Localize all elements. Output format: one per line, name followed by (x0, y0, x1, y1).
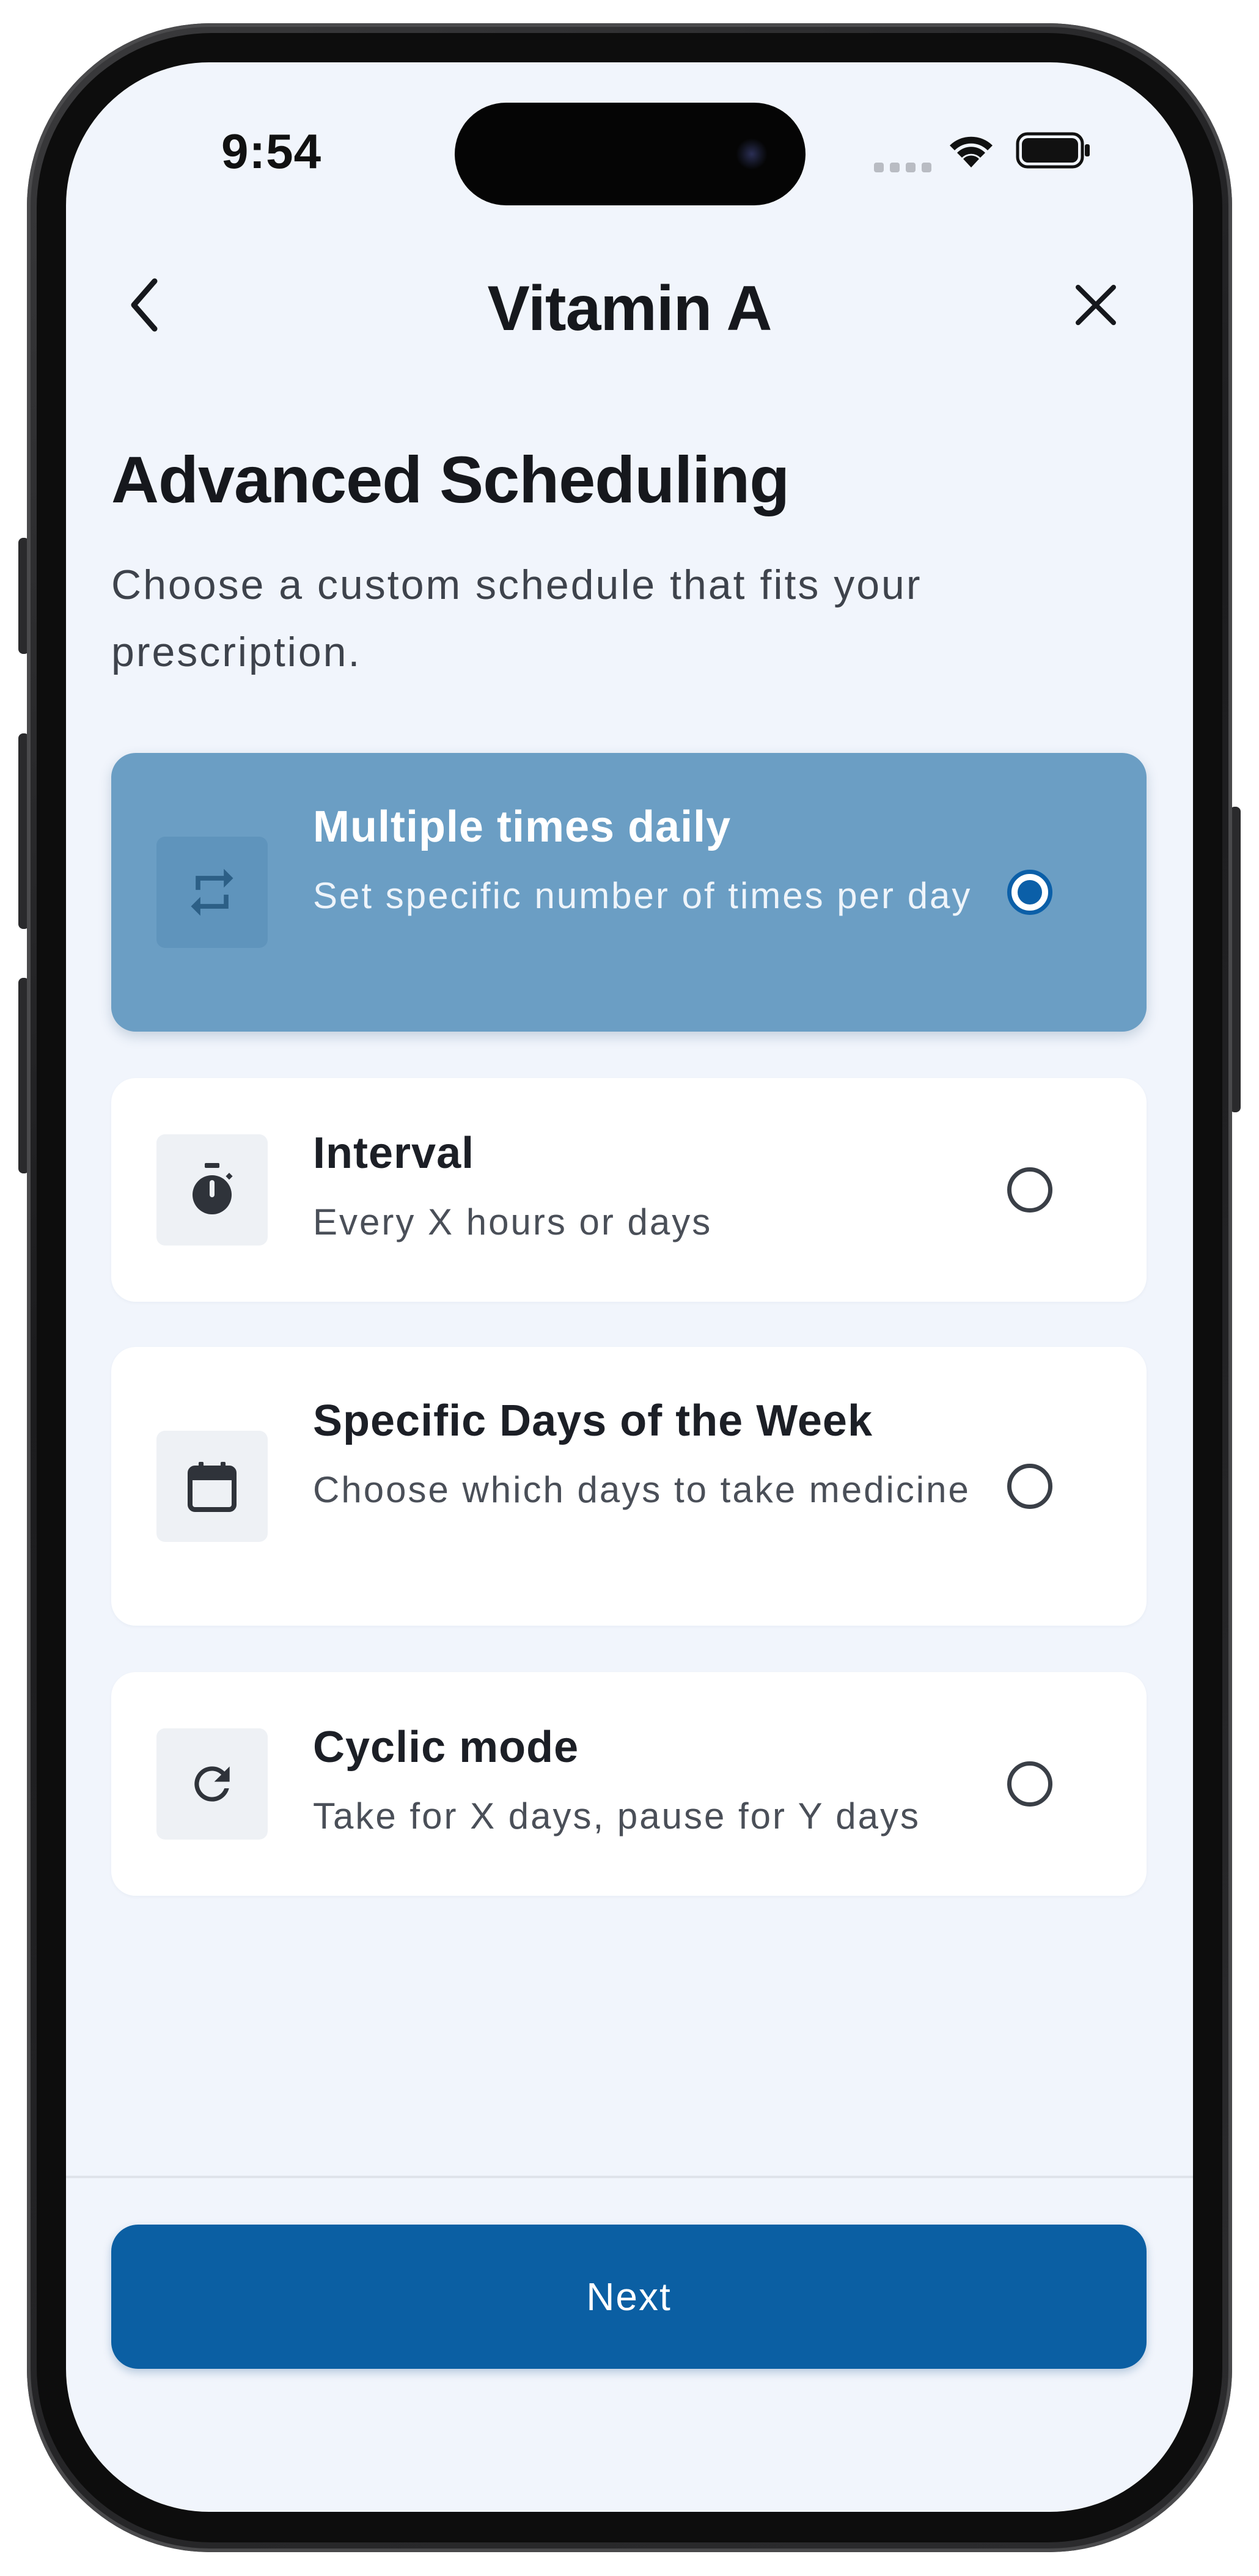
option-icon-box (156, 1134, 268, 1246)
option-title: Multiple times daily (313, 802, 732, 851)
option-subtitle: Choose which days to take medicine (313, 1469, 971, 1510)
dynamic-island (455, 103, 806, 205)
close-button[interactable] (1062, 271, 1129, 339)
option-title: Specific Days of the Week (313, 1396, 873, 1445)
option-interval[interactable]: Interval Every X hours or days (111, 1078, 1147, 1302)
option-title: Cyclic mode (313, 1723, 579, 1772)
front-camera (736, 138, 768, 170)
cellular-signal-icon (874, 163, 931, 172)
radio-dot (1018, 880, 1042, 905)
radio-button[interactable] (1007, 1464, 1052, 1509)
radio-button[interactable] (1007, 1761, 1052, 1807)
footer-divider (66, 2176, 1193, 2178)
option-cyclic-mode[interactable]: Cyclic mode Take for X days, pause for Y… (111, 1672, 1147, 1896)
refresh-icon (194, 1766, 230, 1802)
page: 9:54 Vitamin A Advanced Scheduling Choos… (0, 0, 1259, 2576)
screen-title: Vitamin A (487, 273, 773, 344)
option-icon-box (156, 837, 268, 948)
option-subtitle: Take for X days, pause for Y days (313, 1796, 920, 1837)
stopwatch-icon (193, 1163, 233, 1214)
radio-button-selected[interactable] (1007, 870, 1052, 915)
battery-icon (1016, 132, 1092, 172)
radio-button[interactable] (1007, 1167, 1052, 1213)
option-subtitle: Every X hours or days (313, 1202, 713, 1242)
status-time: 9:54 (221, 124, 322, 178)
repeat-icon (191, 868, 233, 916)
section-description: Choose a custom schedule that fits your … (111, 562, 922, 675)
option-icon-box (156, 1431, 268, 1542)
close-icon (1076, 285, 1116, 325)
option-icon-box (156, 1728, 268, 1840)
wifi-icon (945, 130, 997, 173)
section-title: Advanced Scheduling (111, 442, 790, 516)
calendar-icon (188, 1462, 237, 1512)
option-title: Interval (313, 1129, 475, 1178)
option-multiple-times-daily[interactable]: Multiple times daily Set specific number… (111, 753, 1147, 1032)
next-button[interactable]: Next (111, 2225, 1147, 2369)
option-specific-days[interactable]: Specific Days of the Week Choose which d… (111, 1347, 1147, 1626)
app-screen: 9:54 Vitamin A Advanced Scheduling Choos… (66, 62, 1193, 2512)
option-subtitle: Set specific number of times per day (313, 875, 972, 916)
